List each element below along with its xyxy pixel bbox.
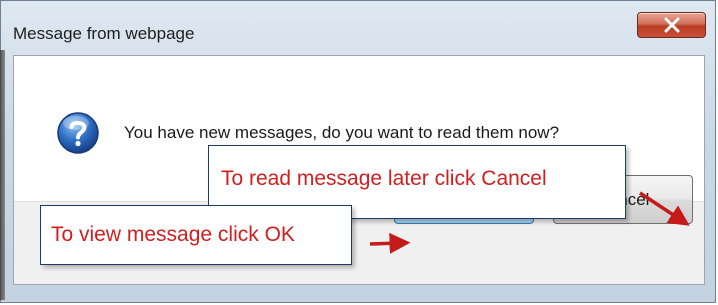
question-icon [56, 111, 100, 155]
annotation-read-later-text: To read message later click Cancel [221, 167, 547, 190]
close-x-icon [663, 17, 681, 33]
dialog-title: Message from webpage [13, 24, 195, 43]
annotation-view-now-text: To view message click OK [51, 223, 295, 246]
annotation-view-now: To view message click OK [40, 205, 352, 265]
dialog-message: You have new messages, do you want to re… [124, 123, 560, 142]
window-edge-shadow [0, 50, 5, 300]
close-button[interactable] [637, 12, 706, 38]
